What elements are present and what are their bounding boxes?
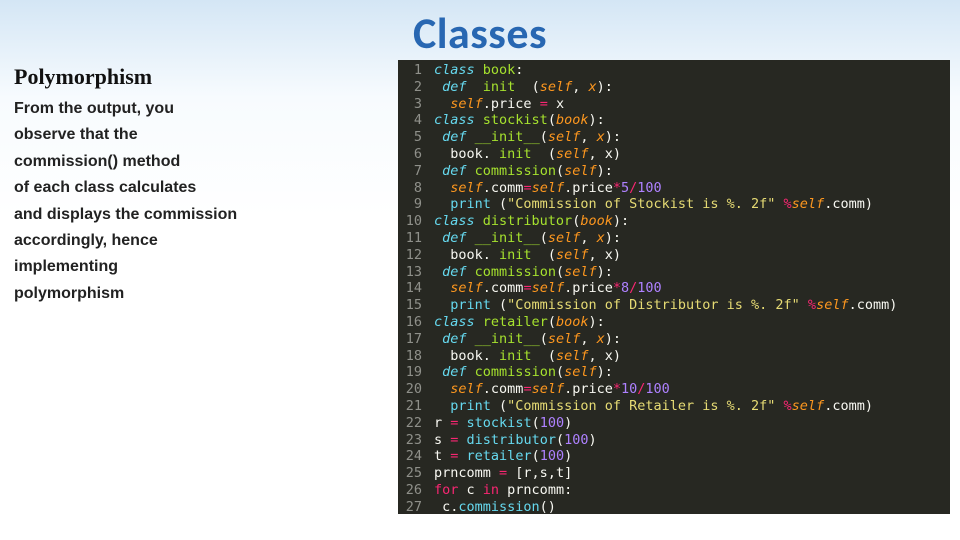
code-body: class book: def init (self, x): self.pri… xyxy=(434,62,946,514)
left-text-panel: Polymorphism From the output, you observ… xyxy=(14,64,384,307)
body-paragraph: From the output, you observe that the co… xyxy=(14,96,384,307)
subheading: Polymorphism xyxy=(14,64,384,90)
code-gutter: 1 2 3 4 5 6 7 8 9 10 11 12 13 14 15 16 1… xyxy=(398,60,428,514)
code-editor: 1 2 3 4 5 6 7 8 9 10 11 12 13 14 15 16 1… xyxy=(398,60,950,514)
page-title: Classes xyxy=(0,0,960,60)
